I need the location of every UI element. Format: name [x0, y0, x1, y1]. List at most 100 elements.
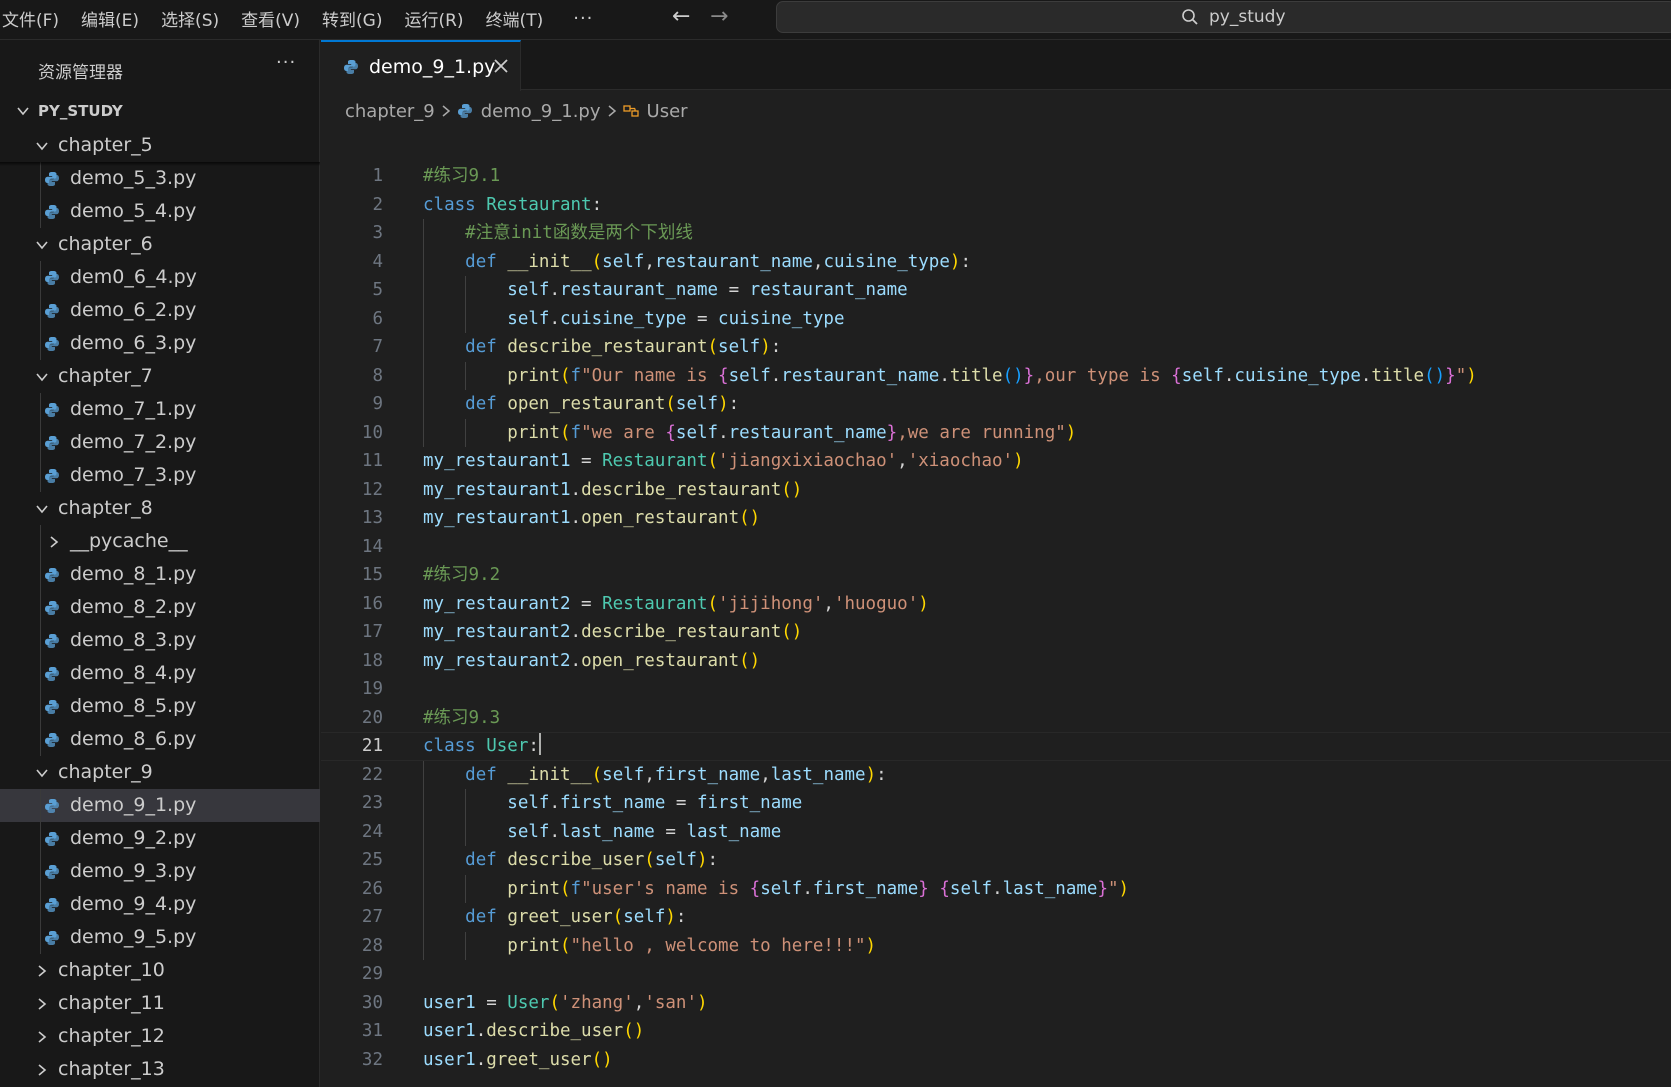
tree-folder[interactable]: chapter_5 [0, 129, 320, 162]
code-line[interactable]: 31 user1.describe_user() [321, 1017, 1671, 1046]
tree-file[interactable]: demo_5_3.py [0, 162, 320, 195]
code-line[interactable]: 7 def describe_restaurant(self): [321, 333, 1671, 362]
tree-folder[interactable]: chapter_12 [0, 1020, 320, 1053]
code-line[interactable]: 8 print(f"Our name is {self.restaurant_n… [321, 362, 1671, 391]
code-line[interactable]: 17 my_restaurant2.describe_restaurant() [321, 618, 1671, 647]
back-arrow-icon[interactable]: ← [672, 4, 690, 30]
code-line[interactable]: 24 self.last_name = last_name [321, 818, 1671, 847]
code-token: . [570, 622, 582, 642]
code-token: self [1181, 365, 1224, 386]
tree-file[interactable]: demo_8_2.py [0, 591, 320, 624]
python-file-icon [45, 667, 59, 681]
tree-folder[interactable]: __pycache__ [0, 525, 320, 558]
code-line[interactable]: 2 class Restaurant: [321, 191, 1671, 220]
command-center-search[interactable]: py_study [776, 1, 1671, 33]
tree-file[interactable]: demo_8_4.py [0, 657, 320, 690]
code-text: print(f"Our name is {self.restaurant_nam… [423, 362, 1477, 391]
explorer-more-icon[interactable]: ··· [276, 52, 296, 73]
code-token: cuisine_type [823, 251, 950, 272]
breadcrumb-file[interactable]: demo_9_1.py [481, 101, 601, 122]
tree-folder[interactable]: chapter_10 [0, 954, 320, 987]
tree-file[interactable]: demo_9_3.py [0, 855, 320, 888]
tree-folder[interactable]: chapter_13 [0, 1053, 320, 1086]
code-line[interactable]: 21 class User: [321, 732, 1671, 761]
code-line[interactable]: 26 print(f"user's name is {self.first_na… [321, 875, 1671, 904]
tree-item-label: __pycache__ [70, 530, 188, 552]
code-line[interactable]: 15 #练习9.2 [321, 561, 1671, 590]
code-line[interactable]: 4 def __init__(self,restaurant_name,cuis… [321, 248, 1671, 277]
code-line[interactable]: 9 def open_restaurant(self): [321, 390, 1671, 419]
tab-demo-9-1[interactable]: demo_9_1.py [321, 40, 521, 91]
code-token: { [749, 878, 761, 899]
code-line[interactable]: 1 #练习9.1 [321, 162, 1671, 191]
python-file-icon [45, 832, 59, 846]
code-line[interactable]: 13 my_restaurant1.open_restaurant() [321, 504, 1671, 533]
tree-folder[interactable]: chapter_11 [0, 987, 320, 1020]
tree-file[interactable]: demo_5_4.py [0, 195, 320, 228]
code-line[interactable]: 32 user1.greet_user() [321, 1046, 1671, 1075]
tree-file[interactable]: demo_6_2.py [0, 294, 320, 327]
tree-file[interactable]: demo_7_3.py [0, 459, 320, 492]
code-line[interactable]: 23 self.first_name = first_name [321, 789, 1671, 818]
tree-file[interactable]: demo_8_5.py [0, 690, 320, 723]
tree-file[interactable]: demo_8_1.py [0, 558, 320, 591]
tree-file[interactable]: demo_9_2.py [0, 822, 320, 855]
menu-item[interactable]: 运行(R) [404, 6, 475, 31]
code-token: . [570, 650, 582, 671]
code-line[interactable]: 30 user1 = User('zhang','san') [321, 989, 1671, 1018]
code-line[interactable]: 29 [321, 960, 1671, 989]
tree-folder[interactable]: chapter_9 [0, 756, 320, 789]
chevron-right-icon [441, 104, 451, 118]
menu-item[interactable]: 文件(F) [0, 6, 71, 31]
menu-more-icon[interactable]: ··· [573, 8, 593, 29]
tree-file[interactable]: demo_9_1.py [0, 789, 320, 822]
code-editor[interactable]: 1 #练习9.1 2 class Restaurant: 3 #注意init函数是两个下… [321, 162, 1671, 1074]
tree-file[interactable]: demo_8_3.py [0, 624, 320, 657]
indent-guide [40, 921, 41, 954]
code-line[interactable]: 10 print(f"we are {self.restaurant_name}… [321, 419, 1671, 448]
menu-item[interactable]: 终端(T) [486, 6, 556, 31]
menu-item[interactable]: 编辑(E) [81, 6, 151, 31]
tree-file[interactable]: demo_7_1.py [0, 393, 320, 426]
tree-folder[interactable]: chapter_8 [0, 492, 320, 525]
code-line[interactable]: 6 self.cuisine_type = cuisine_type [321, 305, 1671, 334]
tree-file[interactable]: demo_6_3.py [0, 327, 320, 360]
menu-item[interactable]: 查看(V) [241, 6, 312, 31]
code-line[interactable]: 3 #注意init函数是两个下划线 [321, 219, 1671, 248]
code-token: ) [760, 337, 771, 357]
code-line[interactable]: 5 self.restaurant_name = restaurant_name [321, 276, 1671, 305]
tree-root-py-study[interactable]: PY_STUDY [0, 94, 320, 129]
tree-file[interactable]: demo_7_2.py [0, 426, 320, 459]
breadcrumb-symbol[interactable]: User [647, 101, 688, 122]
code-token: . [718, 422, 729, 443]
menu-item[interactable]: 选择(S) [161, 6, 231, 31]
tree-folder[interactable]: chapter_7 [0, 360, 320, 393]
tree-folder[interactable]: chapter_6 [0, 228, 320, 261]
breadcrumb-folder[interactable]: chapter_9 [345, 101, 435, 122]
code-line[interactable]: 27 def greet_user(self): [321, 903, 1671, 932]
code-token: = [570, 593, 603, 614]
code-line[interactable]: 20 #练习9.3 [321, 704, 1671, 733]
code-line[interactable]: 18 my_restaurant2.open_restaurant() [321, 647, 1671, 676]
code-line[interactable]: 28 print("hello , welcome to here!!!") [321, 932, 1671, 961]
code-line[interactable]: 14 [321, 533, 1671, 562]
code-line[interactable]: 25 def describe_user(self): [321, 846, 1671, 875]
code-token: () [623, 1021, 645, 1041]
code-token: last_name [686, 821, 782, 842]
code-token: self [507, 821, 550, 842]
code-line[interactable]: 12 my_restaurant1.describe_restaurant() [321, 476, 1671, 505]
line-number: 6 [372, 308, 383, 329]
tree-file[interactable]: demo_9_5.py [0, 921, 320, 954]
menu-item[interactable]: 转到(G) [322, 6, 394, 31]
code-line[interactable]: 16 my_restaurant2 = Restaurant('jijihong'… [321, 590, 1671, 619]
tree-file[interactable]: dem0_6_4.py [0, 261, 320, 294]
close-icon[interactable] [491, 56, 511, 76]
code-line[interactable]: 11 my_restaurant1 = Restaurant('jiangxixi… [321, 447, 1671, 476]
tree-file[interactable]: demo_9_4.py [0, 888, 320, 921]
tree-file[interactable]: demo_8_6.py [0, 723, 320, 756]
code-line[interactable]: 19 [321, 675, 1671, 704]
forward-arrow-icon[interactable]: → [710, 4, 728, 30]
code-line[interactable]: 22 def __init__(self,first_name,last_nam… [321, 761, 1671, 790]
